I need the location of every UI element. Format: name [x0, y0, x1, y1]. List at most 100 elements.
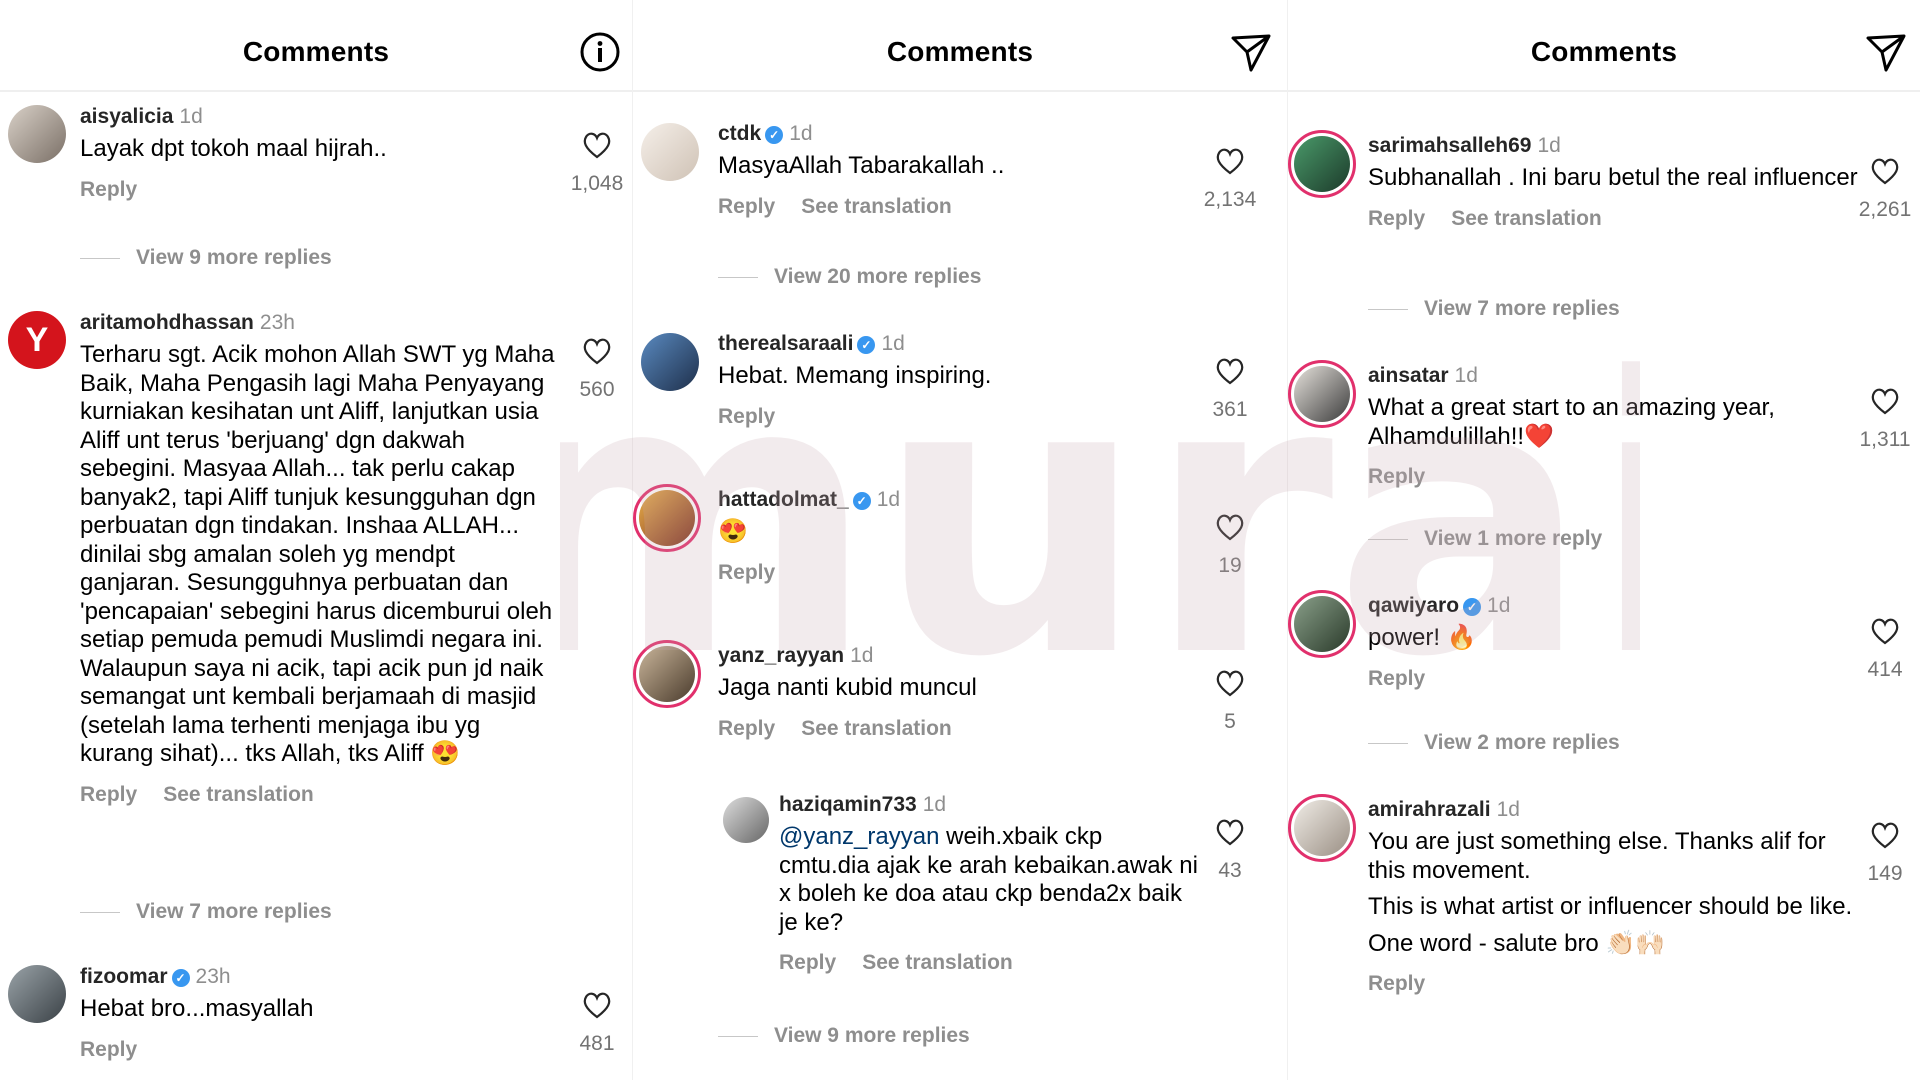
see-translation-button[interactable]: See translation	[862, 951, 1013, 974]
comment-text: You are just something else. Thanks alif…	[1368, 828, 1826, 884]
divider	[1368, 742, 1408, 744]
reply-button[interactable]: Reply	[80, 1038, 137, 1061]
username[interactable]: aritamohdhassan	[80, 311, 254, 334]
avatar[interactable]	[1288, 360, 1356, 428]
view-more-replies[interactable]: View 7 more replies	[80, 900, 332, 924]
divider	[80, 257, 120, 259]
divider	[718, 276, 758, 278]
avatar[interactable]	[1288, 130, 1356, 198]
reply-button[interactable]: Reply	[779, 951, 836, 974]
divider	[1368, 538, 1408, 540]
reply-button[interactable]: Reply	[718, 195, 775, 218]
heart-icon[interactable]	[1869, 616, 1901, 646]
like-count: 560	[579, 378, 615, 401]
see-translation-button[interactable]: See translation	[163, 783, 314, 806]
username[interactable]: ainsatar	[1368, 364, 1449, 387]
heart-icon[interactable]	[1214, 356, 1246, 386]
divider	[1368, 308, 1408, 310]
avatar[interactable]	[723, 797, 769, 843]
heart-icon[interactable]	[581, 336, 613, 366]
reply-button[interactable]: Reply	[80, 783, 137, 806]
avatar[interactable]: Y	[8, 311, 66, 369]
view-more-replies[interactable]: View 20 more replies	[718, 265, 981, 289]
reply-button[interactable]: Reply	[718, 717, 775, 740]
like-count: 43	[1218, 859, 1242, 882]
username[interactable]: sarimahsalleh69	[1368, 134, 1531, 157]
page-title: Comments	[242, 36, 390, 67]
verified-badge-icon: ✓	[765, 126, 784, 144]
heart-icon[interactable]	[1869, 820, 1901, 850]
heart-icon[interactable]	[581, 130, 613, 160]
username[interactable]: haziqamin733	[779, 793, 917, 816]
reply-button[interactable]: Reply	[1368, 465, 1425, 488]
like-count: 1,311	[1859, 428, 1911, 451]
timestamp: 1d	[876, 488, 901, 511]
divider	[718, 1035, 758, 1037]
username[interactable]: yanz_rayyan	[718, 644, 844, 667]
reply-button[interactable]: Reply	[80, 178, 137, 201]
username[interactable]: qawiyaro	[1368, 594, 1459, 617]
reply-button[interactable]: Reply	[718, 405, 775, 428]
send-icon[interactable]	[1864, 30, 1908, 74]
timestamp: 1d	[789, 122, 813, 145]
reply-button[interactable]: Reply	[1368, 667, 1425, 690]
view-more-replies[interactable]: View 9 more replies	[80, 246, 332, 270]
username[interactable]: ctdk	[718, 122, 761, 145]
reply-button[interactable]: Reply	[718, 561, 775, 584]
username[interactable]: fizoomar	[80, 965, 168, 988]
comment-text: Layak dpt tokoh maal hijrah..	[80, 135, 387, 162]
view-more-replies[interactable]: View 1 more reply	[1368, 527, 1602, 551]
heart-icon[interactable]	[1869, 156, 1901, 186]
see-translation-button[interactable]: See translation	[801, 195, 952, 218]
timestamp: 1d	[179, 105, 203, 128]
header: Comments	[633, 0, 1287, 92]
heart-icon[interactable]	[1214, 512, 1246, 542]
timestamp: 1d	[1496, 798, 1520, 821]
timestamp: 1d	[850, 644, 874, 667]
view-more-replies[interactable]: View 9 more replies	[718, 1024, 970, 1048]
avatar[interactable]	[1288, 590, 1356, 658]
verified-badge-icon: ✓	[171, 969, 190, 987]
send-icon[interactable]	[1229, 30, 1273, 74]
like-count: 2,261	[1858, 198, 1912, 221]
see-translation-button[interactable]: See translation	[801, 717, 952, 740]
avatar[interactable]	[641, 333, 699, 391]
comment-text: 😍	[718, 518, 748, 545]
view-more-replies[interactable]: View 7 more replies	[1368, 297, 1620, 321]
comment-text-2: This is what artist or influencer should…	[1368, 893, 1853, 920]
heart-icon[interactable]	[581, 990, 613, 1020]
username[interactable]: therealsaraali	[718, 332, 853, 355]
like-count: 361	[1212, 398, 1248, 421]
heart-icon[interactable]	[1214, 817, 1246, 847]
avatar[interactable]	[633, 640, 701, 708]
avatar[interactable]	[633, 484, 701, 552]
mention-link[interactable]: @yanz_rayyan	[779, 823, 939, 850]
like-count: 1,048	[570, 172, 624, 195]
comment-text: Terharu sgt. Acik mohon Allah SWT yg Mah…	[80, 341, 555, 767]
header: Comments	[1288, 0, 1920, 92]
avatar[interactable]	[641, 123, 699, 181]
comment-text-3: One word - salute bro 👏🏻🙌🏻	[1368, 929, 1666, 957]
username[interactable]: aisyalicia	[80, 105, 173, 128]
avatar[interactable]	[8, 105, 66, 163]
username[interactable]: hattadolmat_	[718, 488, 849, 511]
heart-icon[interactable]	[1214, 668, 1246, 698]
comments-panel-1: Comments aisyalicia 1d Layak dpt tokoh ma…	[0, 0, 632, 1080]
like-count: 481	[579, 1032, 615, 1055]
heart-icon[interactable]	[1869, 386, 1901, 416]
reply-button[interactable]: Reply	[1368, 972, 1425, 995]
info-icon[interactable]	[578, 30, 622, 74]
heart-icon[interactable]	[1214, 146, 1246, 176]
comment-text: power! 🔥	[1368, 624, 1477, 651]
avatar[interactable]	[8, 965, 66, 1023]
comment-text: Hebat. Memang inspiring.	[718, 362, 992, 389]
see-translation-button[interactable]: See translation	[1451, 207, 1602, 230]
timestamp: 23h	[259, 311, 295, 334]
comment-text: MasyaAllah Tabarakallah ..	[718, 152, 1005, 179]
page-title: Comments	[1530, 36, 1678, 67]
comment-text: Hebat bro...masyallah	[80, 995, 314, 1022]
username[interactable]: amirahrazali	[1368, 798, 1491, 821]
view-more-replies[interactable]: View 2 more replies	[1368, 731, 1620, 755]
avatar[interactable]	[1288, 794, 1356, 862]
reply-button[interactable]: Reply	[1368, 207, 1425, 230]
